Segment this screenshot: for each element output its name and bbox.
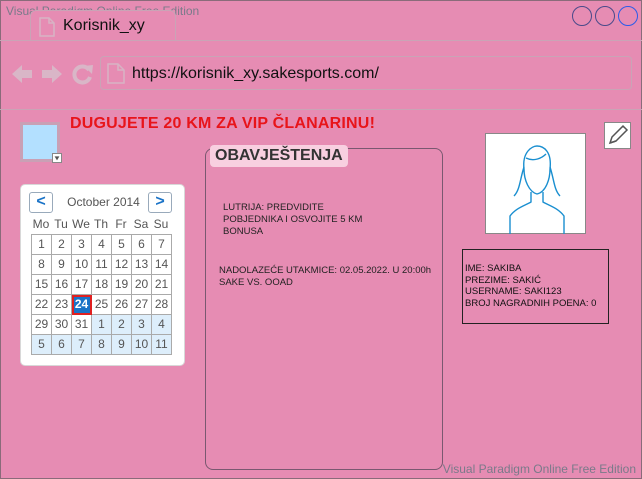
calendar-day[interactable]: 17: [72, 275, 92, 295]
calendar-day-next-month[interactable]: 4: [152, 315, 172, 335]
chevron-down-icon[interactable]: [52, 153, 62, 163]
calendar-day[interactable]: 31: [72, 315, 92, 335]
user-last-name: PREZIME: SAKIĆ: [465, 274, 542, 286]
weekday-label: Tu: [54, 217, 68, 231]
calendar-day[interactable]: 23: [52, 295, 72, 315]
calendar-day[interactable]: 21: [152, 275, 172, 295]
calendar-day[interactable]: 27: [132, 295, 152, 315]
weekday-label: Sa: [133, 217, 149, 231]
calendar-day[interactable]: 24: [72, 295, 92, 315]
watermark-bottom: Visual Paradigm Online Free Edition: [442, 462, 636, 476]
edit-profile-button[interactable]: [604, 122, 631, 149]
notice-line: BONUSA: [223, 226, 264, 237]
weekday-label: Fr: [115, 217, 127, 231]
notice-line: LUTRIJA: PREDVIDITE: [223, 202, 324, 213]
back-arrow-icon[interactable]: [10, 62, 34, 86]
forward-arrow-icon[interactable]: [40, 62, 64, 86]
calendar-day[interactable]: 8: [32, 255, 52, 275]
calendar-day-next-month[interactable]: 8: [92, 335, 112, 355]
notice-line: POBJEDNIKA I OSVOJITE 5 KM: [223, 214, 363, 225]
window-controls: [572, 6, 638, 26]
calendar-day-next-month[interactable]: 5: [32, 335, 52, 355]
calendar-day[interactable]: 4: [92, 235, 112, 255]
user-silhouette-icon: [509, 145, 565, 234]
calendar-day[interactable]: 25: [92, 295, 112, 315]
calendar-day[interactable]: 5: [112, 235, 132, 255]
user-first-name: IME: SAKIBA: [465, 263, 522, 274]
debt-warning-banner: DUGUJETE 20 KM ZA VIP ČLANARINU!: [70, 115, 376, 132]
user-username: USERNAME: SAKI123: [465, 286, 562, 297]
calendar-day[interactable]: 11: [92, 255, 112, 275]
profile-photo: [485, 133, 586, 234]
notice-upcoming-matches: NADOLAZEĆE UTAKMICE: 02.05.2022. U 20:00…: [219, 265, 431, 289]
calendar-day[interactable]: 1: [32, 235, 52, 255]
calendar-next-button[interactable]: >: [148, 192, 172, 213]
calendar-day[interactable]: 30: [52, 315, 72, 335]
calendar-day[interactable]: 10: [72, 255, 92, 275]
close-button[interactable]: [618, 6, 638, 26]
notices-title: OBAVJEŠTENJA: [210, 145, 348, 167]
notice-lottery: LUTRIJA: PREDVIDITE POBJEDNIKA I OSVOJIT…: [223, 202, 362, 238]
minimize-button[interactable]: [572, 6, 592, 26]
calendar-day-next-month[interactable]: 10: [132, 335, 152, 355]
weekday-label: Mo: [32, 217, 50, 231]
toolbar-divider: [0, 109, 642, 110]
calendar-day[interactable]: 12: [112, 255, 132, 275]
address-bar[interactable]: https://korisnik_xy.sakesports.com/: [100, 56, 632, 90]
calendar-day-next-month[interactable]: 3: [132, 315, 152, 335]
calendar-day-next-month[interactable]: 2: [112, 315, 132, 335]
tab-bar-divider: [0, 40, 642, 41]
calendar-day[interactable]: 2: [52, 235, 72, 255]
refresh-icon[interactable]: [71, 62, 95, 86]
calendar-day[interactable]: 19: [112, 275, 132, 295]
maximize-button[interactable]: [595, 6, 615, 26]
user-info-box: IME: SAKIBA PREZIME: SAKIĆ USERNAME: SAK…: [462, 249, 609, 324]
url-text: https://korisnik_xy.sakesports.com/: [132, 65, 379, 82]
calendar-day[interactable]: 3: [72, 235, 92, 255]
weekday-label: We: [72, 217, 90, 231]
calendar-day[interactable]: 16: [52, 275, 72, 295]
notices-panel: [205, 148, 443, 470]
weekday-label: Su: [153, 217, 169, 231]
calendar-day-next-month[interactable]: 9: [112, 335, 132, 355]
calendar-day[interactable]: 14: [152, 255, 172, 275]
pencil-icon: [608, 124, 629, 145]
tab-title: Korisnik_xy: [63, 17, 145, 34]
calendar-weekday-row: Mo Tu We Th Fr Sa Su: [31, 217, 171, 231]
page-icon: [107, 63, 125, 84]
calendar-day-next-month[interactable]: 11: [152, 335, 172, 355]
calendar-day[interactable]: 13: [132, 255, 152, 275]
weekday-label: Th: [93, 217, 108, 231]
user-reward-points: BROJ NAGRADNIH POENA: 0: [465, 297, 597, 309]
calendar-day[interactable]: 22: [32, 295, 52, 315]
calendar-day[interactable]: 26: [112, 295, 132, 315]
calendar-day[interactable]: 28: [152, 295, 172, 315]
notice-line: SAKE VS. OOAD: [219, 277, 293, 288]
calendar-day[interactable]: 29: [32, 315, 52, 335]
notice-line: NADOLAZEĆE UTAKMICE: 02.05.2022. U 20:00…: [219, 265, 432, 276]
calendar-widget: < October 2014 > Mo Tu We Th Fr Sa Su 12…: [20, 184, 185, 366]
calendar-day-grid: 1 2 3 4 5 6 7 8 9 10 11 12 13 14 15 16 17 18 19 20 21 22 23 24 2…: [31, 234, 172, 355]
calendar-day[interactable]: 15: [32, 275, 52, 295]
calendar-day[interactable]: 20: [132, 275, 152, 295]
calendar-day[interactable]: 7: [152, 235, 172, 255]
calendar-day-next-month[interactable]: 7: [72, 335, 92, 355]
browser-tab[interactable]: Korisnik_xy: [30, 10, 176, 41]
calendar-day[interactable]: 18: [92, 275, 112, 295]
calendar-day[interactable]: 9: [52, 255, 72, 275]
calendar-day-next-month[interactable]: 6: [52, 335, 72, 355]
calendar-day-next-month[interactable]: 1: [92, 315, 112, 335]
calendar-day[interactable]: 6: [132, 235, 152, 255]
page-icon: [39, 17, 55, 37]
